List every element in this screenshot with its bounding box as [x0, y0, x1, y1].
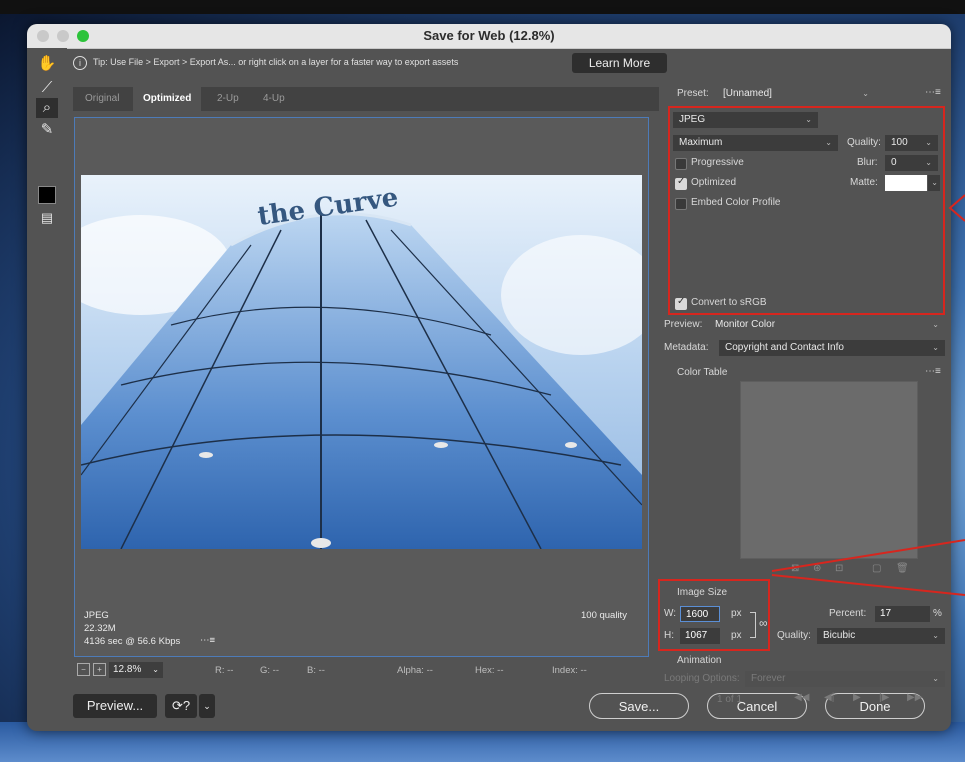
chevron-down-icon: ⌄ [932, 631, 939, 640]
blue-readout: B: -- [307, 665, 325, 676]
color-table-label: Color Table [677, 367, 728, 378]
hand-tool-icon[interactable]: ✋ [36, 54, 58, 74]
zoom-out-icon[interactable]: − [77, 663, 90, 676]
browser-preview-icon[interactable]: ⟳? [165, 694, 197, 718]
status-bar: − + 12.8% ⌄ R: -- G: -- B: -- Alpha: -- H… [67, 661, 667, 681]
zoom-level-select[interactable]: 12.8% ⌄ [109, 662, 163, 678]
optimization-panel: Preset: [Unnamed] ⌄ ⋯≡ JPEG ⌄ Maximum ⌄ Qua… [658, 84, 951, 705]
tab-original[interactable]: Original [75, 87, 129, 111]
first-frame-icon: ◀◀ [794, 692, 810, 703]
hex-readout: Hex: -- [475, 665, 504, 676]
percent-label: Percent: [829, 608, 867, 619]
resample-quality-select[interactable]: Bicubic ⌄ [817, 628, 945, 644]
preview-button[interactable]: Preview... [73, 694, 157, 718]
save-for-web-dialog: Save for Web (12.8%) ✋ ⟋ ⌕ ✎ ▤ i Tip: Us… [27, 24, 951, 731]
index-readout: Index: -- [552, 665, 587, 676]
eyedropper-tool-icon[interactable]: ✎ [36, 120, 58, 140]
zoom-tool-icon[interactable]: ⌕ [36, 98, 58, 118]
preview-quality: 100 quality [581, 610, 627, 621]
metadata-label: Metadata: [664, 342, 709, 353]
frame-counter: 1 of 1 [717, 694, 743, 705]
tab-optimized[interactable]: Optimized [133, 87, 202, 111]
preview-image[interactable]: the Curve [81, 175, 642, 549]
chevron-down-icon: ⌄ [932, 320, 939, 329]
metadata-select[interactable]: Copyright and Contact Info ⌄ [719, 340, 945, 356]
optimize-menu-icon[interactable]: ⋯≡ [925, 87, 941, 98]
eyedropper-color-swatch[interactable] [38, 186, 56, 204]
tip-bar: i Tip: Use File > Export > Export As... … [67, 48, 951, 78]
percent-unit: % [933, 608, 942, 619]
save-button[interactable]: Save... [589, 693, 689, 719]
tip-text: Tip: Use File > Export > Export As... or… [93, 57, 459, 67]
slice-select-tool-icon[interactable]: ⟋ [36, 78, 58, 98]
view-tabs: Original Optimized 2-Up 4-Up [73, 87, 659, 111]
looping-value: Forever [751, 673, 786, 684]
settings-highlight-box [668, 106, 945, 315]
looping-label: Looping Options: [664, 673, 740, 684]
zoom-level-value: 12.8% [113, 664, 142, 675]
color-table-menu-icon[interactable]: ⋯≡ [925, 366, 941, 377]
preview-download-time: 4136 sec @ 56.6 Kbps [84, 636, 181, 647]
chevron-down-icon: ⌄ [932, 343, 939, 352]
title-bar: Save for Web (12.8%) [27, 24, 951, 49]
play-icon: ▶ [853, 692, 861, 703]
green-readout: G: -- [260, 665, 279, 676]
optimized-preview-pane[interactable]: the Curve JPEG 22.32M 4136 sec @ 56.6 Kb… [74, 117, 649, 657]
resample-quality-value: Bicubic [823, 630, 856, 641]
map-color-icon[interactable]: ⊠ [791, 563, 799, 574]
building-photo: the Curve [81, 175, 642, 549]
preview-menu-icon[interactable]: ⋯≡ [200, 635, 215, 646]
alpha-readout: Alpha: -- [397, 665, 433, 676]
preset-value: [Unnamed] [723, 88, 772, 99]
tab-2-up[interactable]: 2-Up [207, 87, 249, 111]
delete-color-icon[interactable]: 🗑 [896, 563, 909, 574]
resample-quality-label: Quality: [777, 630, 811, 641]
preset-select[interactable]: [Unnamed] ⌄ [717, 86, 875, 102]
toggle-slices-icon[interactable]: ▤ [36, 208, 58, 228]
preview-label: Preview: [664, 319, 703, 330]
percent-input[interactable]: 17 [875, 606, 930, 622]
color-table[interactable] [740, 381, 918, 559]
browser-menu-chevron-icon[interactable]: ⌄ [199, 694, 215, 718]
chevron-down-icon: ⌄ [152, 665, 159, 674]
new-color-icon[interactable]: ▢ [872, 563, 881, 574]
zoom-in-icon[interactable]: + [93, 663, 106, 676]
window-title: Save for Web (12.8%) [423, 28, 555, 43]
tool-column: ✋ ⟋ ⌕ ✎ ▤ [27, 48, 67, 648]
preview-file-size: 22.32M [84, 623, 116, 634]
web-shift-icon[interactable]: ⊛ [813, 563, 821, 574]
bottom-bar: Preview... ⟳? ⌄ Save... Cancel Done [67, 691, 951, 727]
looping-select: Forever ⌄ [745, 671, 945, 687]
preview-select[interactable]: Monitor Color ⌄ [709, 317, 945, 333]
desktop-top [0, 0, 965, 14]
chevron-down-icon: ⌄ [862, 89, 869, 98]
lock-color-icon[interactable]: ⊡ [835, 563, 843, 574]
preview-value: Monitor Color [715, 319, 776, 330]
preset-label: Preset: [677, 88, 709, 99]
last-frame-icon: ▶▶ [907, 692, 923, 703]
red-readout: R: -- [215, 665, 234, 676]
image-size-highlight-box [658, 579, 770, 651]
tab-4-up[interactable]: 4-Up [253, 87, 295, 111]
learn-more-button[interactable]: Learn More [572, 53, 667, 73]
next-frame-icon: |▶ [879, 692, 890, 703]
previous-frame-icon: ◀| [824, 692, 835, 703]
info-icon: i [73, 56, 87, 70]
animation-header: Animation [677, 655, 722, 666]
preview-format: JPEG [84, 610, 109, 621]
metadata-value: Copyright and Contact Info [725, 342, 844, 353]
chevron-down-icon: ⌄ [932, 674, 939, 683]
